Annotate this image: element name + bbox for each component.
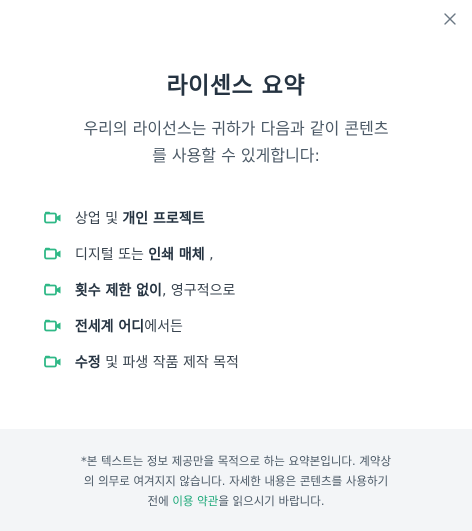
feature-item: 수정 및 파생 작품 제작 목적 bbox=[44, 344, 239, 380]
feature-text: 수정 및 파생 작품 제작 목적 bbox=[75, 355, 239, 371]
disclaimer-line-2: 의 의무로 여겨지지 않습니다. 자세한 내용은 콘텐츠를 사용하기 bbox=[83, 474, 389, 488]
feature-text: 횟수 제한 없이, 영구적으로 bbox=[75, 283, 236, 299]
disclaimer-footer: *본 텍스트는 정보 제공만을 목적으로 하는 요약본입니다. 계약상 의 의무… bbox=[0, 429, 472, 531]
camera-icon bbox=[44, 319, 62, 333]
camera-icon bbox=[44, 355, 62, 369]
feature-text: 상업 및 개인 프로젝트 bbox=[75, 211, 205, 227]
subtitle-line-1: 우리의 라이선스는 귀하가 다음과 같이 콘텐츠 bbox=[83, 119, 389, 138]
feature-text: 디지털 또는 인쇄 매체 , bbox=[75, 247, 214, 263]
camera-icon bbox=[44, 247, 62, 261]
feature-text: 전세계 어디에서든 bbox=[75, 319, 183, 335]
camera-icon bbox=[44, 283, 62, 297]
camera-icon bbox=[44, 211, 62, 225]
subtitle-line-2: 를 사용할 수 있게합니다: bbox=[152, 146, 320, 165]
feature-item: 전세계 어디에서든 bbox=[44, 308, 239, 344]
feature-item: 횟수 제한 없이, 영구적으로 bbox=[44, 272, 239, 308]
disclaimer-line-1: *본 텍스트는 정보 제공만을 목적으로 하는 요약본입니다. 계약상 bbox=[80, 454, 392, 468]
modal-subtitle: 우리의 라이선스는 귀하가 다음과 같이 콘텐츠 를 사용할 수 있게합니다: bbox=[40, 115, 432, 169]
license-summary-modal: 라이센스 요약 우리의 라이선스는 귀하가 다음과 같이 콘텐츠 를 사용할 수… bbox=[0, 0, 472, 531]
feature-item: 상업 및 개인 프로젝트 bbox=[44, 200, 239, 236]
disclaimer-text: *본 텍스트는 정보 제공만을 목적으로 하는 요약본입니다. 계약상 의 의무… bbox=[31, 451, 441, 511]
close-icon bbox=[444, 13, 456, 25]
disclaimer-line-3-post: 을 읽으시기 바랍니다. bbox=[218, 494, 325, 508]
close-button[interactable] bbox=[440, 9, 460, 29]
disclaimer-line-3-pre: 전에 bbox=[147, 494, 173, 508]
feature-list: 상업 및 개인 프로젝트 디지털 또는 인쇄 매체 , 횟수 제한 없이, 영구… bbox=[44, 200, 239, 380]
terms-of-use-link[interactable]: 이용 약관 bbox=[172, 494, 218, 508]
feature-item: 디지털 또는 인쇄 매체 , bbox=[44, 236, 239, 272]
modal-title: 라이센스 요약 bbox=[166, 73, 306, 99]
